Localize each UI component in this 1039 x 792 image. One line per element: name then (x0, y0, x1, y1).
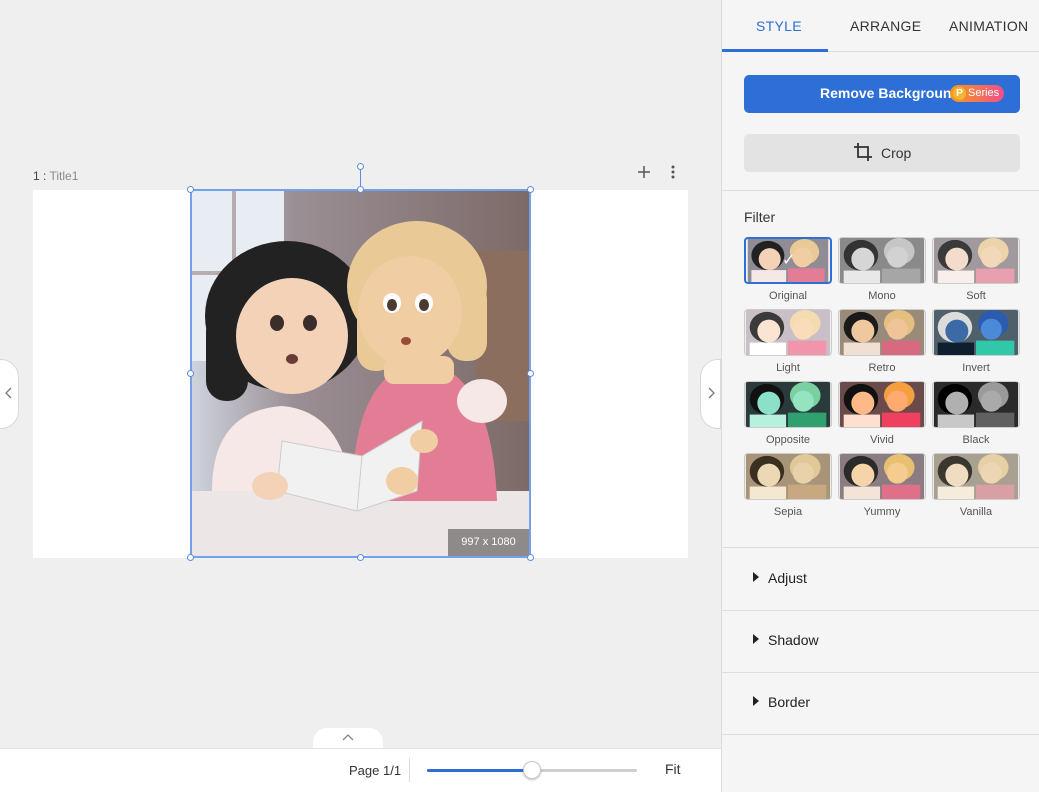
crop-button[interactable]: Crop (744, 134, 1020, 172)
image-size-badge: 997 x 1080 (448, 529, 529, 556)
filter-thumbnail (932, 237, 1020, 284)
filter-label: Soft (966, 290, 986, 302)
filter-thumbnail (838, 309, 926, 356)
filter-label: Sepia (773, 506, 803, 518)
tab-animation[interactable]: ANIMATION (949, 18, 1028, 34)
resize-handle-top-right[interactable] (527, 186, 534, 193)
filter-thumbnail (932, 309, 1020, 356)
filter-label: Mono (868, 290, 896, 302)
resize-handle-bottom-left[interactable] (187, 554, 194, 561)
resize-handle-bottom-right[interactable] (527, 554, 534, 561)
prev-page-button[interactable] (0, 359, 19, 429)
filter-label: Opposite (765, 434, 811, 446)
caret-right-icon (753, 696, 759, 706)
filter-vanilla[interactable]: Vanilla (932, 453, 1020, 523)
filter-label: Original (769, 290, 807, 302)
zoom-slider[interactable] (427, 761, 637, 779)
divider (722, 734, 1039, 735)
active-tab-indicator (722, 49, 828, 52)
section-label: Shadow (768, 632, 819, 648)
chevron-left-icon (4, 387, 11, 399)
crop-icon (854, 143, 872, 161)
chevron-up-icon (342, 734, 354, 741)
filter-thumbnail (838, 381, 926, 428)
page-count: Page 1/1 (349, 763, 402, 778)
crop-label: Crop (881, 145, 912, 161)
filter-thumbnail (838, 237, 926, 284)
filter-label: Vivid (870, 434, 894, 446)
resize-handle-bottom[interactable] (357, 554, 364, 561)
resize-handle-left[interactable] (187, 370, 194, 377)
filter-thumbnail (932, 453, 1020, 500)
filter-soft[interactable]: Soft (932, 237, 1020, 307)
filter-thumbnail (744, 381, 832, 428)
section-label: Adjust (768, 570, 807, 586)
zoom-slider-thumb[interactable] (523, 761, 541, 779)
section-adjust[interactable]: Adjust (722, 548, 1039, 610)
filter-retro[interactable]: Retro (838, 309, 926, 379)
filter-label: Black (962, 434, 990, 446)
page-list-toggle[interactable] (313, 728, 383, 750)
filter-thumbnail: ✓ (744, 237, 832, 284)
zoom-slider-fill (427, 769, 532, 772)
add-page-button[interactable] (635, 164, 653, 182)
section-border[interactable]: Border (722, 672, 1039, 734)
filter-label: Retro (868, 362, 896, 374)
rotate-handle[interactable] (357, 163, 364, 170)
resize-handle-top[interactable] (357, 186, 364, 193)
panel-tabs: STYLE ARRANGE ANIMATION (722, 0, 1039, 52)
filter-vivid[interactable]: Vivid (838, 381, 926, 451)
page-number: 1 : (33, 169, 47, 183)
page-more-button[interactable] (664, 164, 682, 182)
page-name[interactable]: Title1 (49, 169, 78, 183)
next-page-button[interactable] (700, 359, 721, 429)
remove-background-label: Remove Background (820, 85, 961, 101)
image-illustration (192, 191, 529, 556)
bottom-bar: Page 1/1 Fit (0, 748, 721, 792)
filter-mono[interactable]: Mono (838, 237, 926, 307)
filter-title: Filter (744, 209, 776, 225)
selected-image[interactable]: 997 x 1080 (190, 189, 531, 558)
filter-label: Yummy (863, 506, 901, 518)
section-shadow[interactable]: Shadow (722, 610, 1039, 672)
plus-icon (638, 166, 650, 178)
section-label: Border (768, 694, 811, 710)
filter-light[interactable]: Light (744, 309, 832, 379)
remove-background-button[interactable]: Remove Background P Series (744, 75, 1020, 113)
filter-yummy[interactable]: Yummy (838, 453, 926, 523)
filter-thumbnail (838, 453, 926, 500)
caret-right-icon (753, 634, 759, 644)
filter-thumbnail (744, 309, 832, 356)
pseries-label: Series (968, 87, 1000, 99)
filter-original[interactable]: ✓ Original (744, 237, 832, 307)
filter-thumbnail (744, 453, 832, 500)
check-icon: ✓ (782, 252, 796, 269)
filter-black[interactable]: Black (932, 381, 1020, 451)
caret-right-icon (753, 572, 759, 582)
pseries-badge: P Series (950, 85, 1004, 102)
filter-invert[interactable]: Invert (932, 309, 1020, 379)
resize-handle-top-left[interactable] (187, 186, 194, 193)
fit-button[interactable]: Fit (665, 761, 681, 777)
properties-panel: STYLE ARRANGE ANIMATION Remove Backgroun… (721, 0, 1039, 792)
tab-style[interactable]: STYLE (756, 18, 802, 34)
divider (409, 758, 410, 782)
tab-arrange[interactable]: ARRANGE (850, 18, 921, 34)
canvas-area: 1 : Title1 997 x 1080 (0, 0, 721, 748)
filter-sepia[interactable]: Sepia (744, 453, 832, 523)
pseries-letter: P (953, 87, 966, 100)
more-vertical-icon (671, 165, 675, 179)
filter-label: Vanilla (959, 506, 993, 518)
page-label: 1 : Title1 (33, 169, 78, 183)
filter-label: Invert (962, 362, 990, 374)
filter-thumbnail (932, 381, 1020, 428)
filter-opposite[interactable]: Opposite (744, 381, 832, 451)
filter-label: Light (776, 362, 800, 374)
divider (722, 190, 1039, 191)
chevron-right-icon (708, 387, 715, 399)
resize-handle-right[interactable] (527, 370, 534, 377)
